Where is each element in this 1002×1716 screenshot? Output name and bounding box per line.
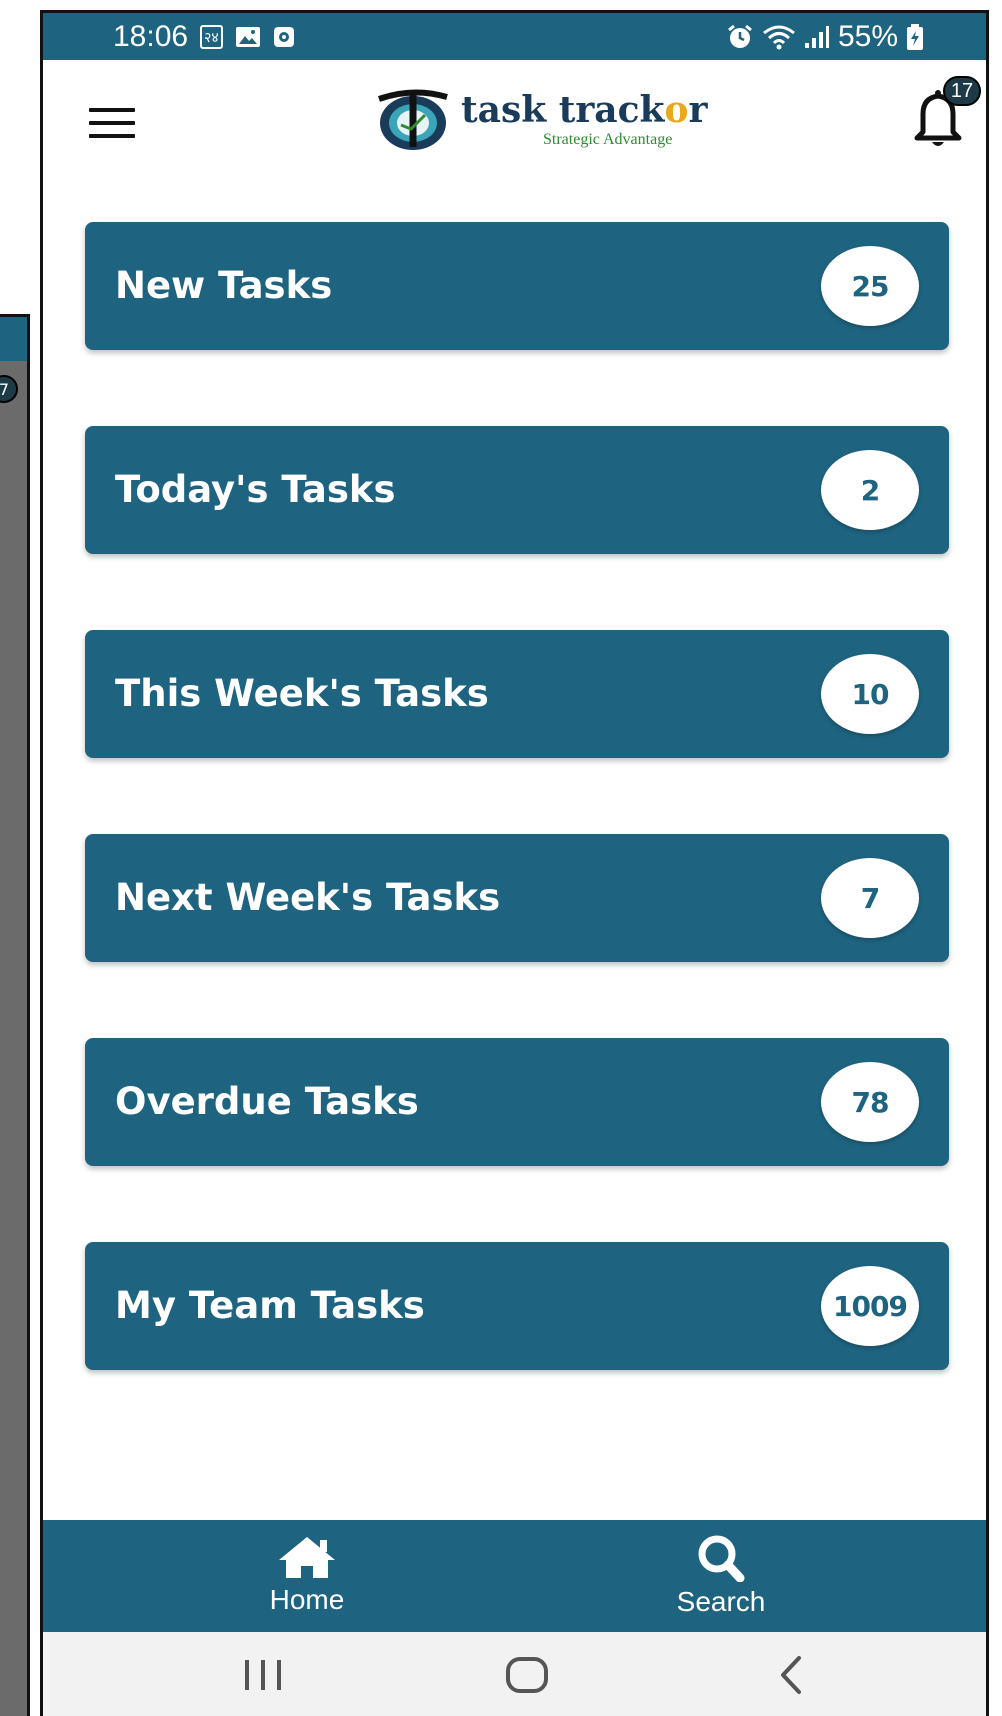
home-button-icon[interactable] — [498, 1650, 558, 1700]
task-card-my-team[interactable]: My Team Tasks 1009 — [85, 1242, 949, 1370]
wifi-icon — [763, 25, 795, 50]
notification-badge: 17 — [943, 76, 981, 106]
bottom-nav: Home Search — [43, 1520, 986, 1632]
back-icon[interactable] — [763, 1650, 823, 1700]
recent-apps-icon[interactable] — [233, 1650, 293, 1700]
logo-t-emblem-icon — [378, 89, 448, 150]
task-count-badge: 78 — [821, 1062, 919, 1142]
task-label: This Week's Tasks — [115, 672, 489, 715]
background-app-window: 7 — [0, 314, 30, 1716]
camera-app-icon — [273, 27, 294, 47]
date-badge-icon: २४ — [200, 25, 223, 49]
task-card-this-week[interactable]: This Week's Tasks 10 — [85, 630, 949, 758]
logo-title: task trackor — [461, 89, 708, 131]
home-icon — [279, 1537, 335, 1578]
battery-percent: 55% — [837, 20, 898, 53]
task-label: Today's Tasks — [115, 468, 396, 511]
task-card-today[interactable]: Today's Tasks 2 — [85, 426, 949, 554]
nav-search[interactable]: Search — [621, 1520, 821, 1632]
system-nav-bar — [43, 1632, 986, 1716]
phone-screen: 18:06 २४ 55% task trackor Strategic Adva… — [40, 10, 989, 1716]
task-count-badge: 7 — [821, 858, 919, 938]
gallery-icon — [235, 27, 260, 47]
task-count-badge: 10 — [821, 654, 919, 734]
menu-icon[interactable] — [89, 108, 135, 138]
status-time: 18:06 — [113, 20, 189, 53]
alarm-icon — [728, 24, 752, 48]
background-app-bar — [0, 317, 27, 361]
battery-charging-icon — [907, 24, 923, 50]
nav-home[interactable]: Home — [207, 1520, 407, 1632]
nav-home-label: Home — [269, 1584, 345, 1615]
task-label: Overdue Tasks — [115, 1080, 419, 1123]
status-bar: 18:06 २४ 55% — [43, 13, 986, 60]
task-card-new[interactable]: New Tasks 25 — [85, 222, 949, 350]
task-count-badge: 25 — [821, 246, 919, 326]
task-count-badge: 1009 — [821, 1266, 919, 1346]
task-label: New Tasks — [115, 264, 333, 307]
task-card-overdue[interactable]: Overdue Tasks 78 — [85, 1038, 949, 1166]
task-count-badge: 2 — [821, 450, 919, 530]
task-card-next-week[interactable]: Next Week's Tasks 7 — [85, 834, 949, 962]
app-logo: task trackor Strategic Advantage — [373, 85, 723, 155]
search-icon — [698, 1535, 745, 1582]
nav-search-label: Search — [676, 1586, 766, 1617]
app-header: task trackor Strategic Advantage 17 — [43, 60, 986, 190]
task-label: My Team Tasks — [115, 1284, 425, 1327]
task-label: Next Week's Tasks — [115, 876, 501, 919]
logo-subtitle: Strategic Advantage — [543, 131, 673, 148]
signal-icon — [804, 26, 829, 48]
background-notification-badge: 7 — [0, 375, 18, 403]
